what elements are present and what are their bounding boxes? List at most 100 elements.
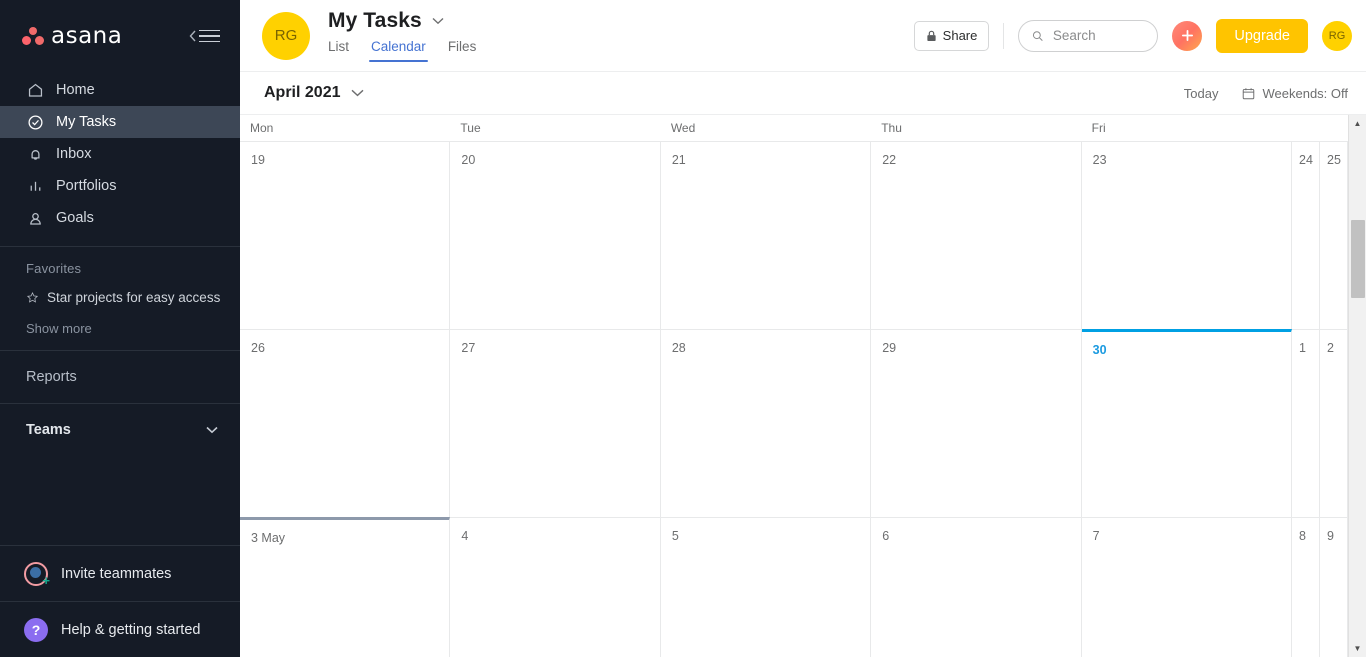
day-number: 9: [1327, 529, 1334, 543]
sidebar: asana Home My Tasks Inbox Portfolios Goa…: [0, 0, 240, 657]
today-button[interactable]: Today: [1184, 86, 1219, 101]
calendar-day-cell-weekend[interactable]: 24: [1292, 142, 1321, 329]
favorites-heading: Favorites: [26, 261, 82, 276]
day-number: 21: [671, 153, 686, 167]
chevron-down-icon: [352, 89, 364, 97]
day-header-sat-collapsed: [1292, 115, 1320, 141]
favorites-empty-label: Star projects for easy access: [47, 290, 221, 305]
calendar-day-cell-weekend[interactable]: 9: [1320, 518, 1348, 657]
sidebar-item-label: Home: [56, 82, 95, 98]
calendar-day-cell-weekend[interactable]: 8: [1292, 518, 1321, 657]
day-number: 25: [1327, 153, 1341, 167]
tab-files[interactable]: Files: [448, 39, 477, 62]
sidebar-item-portfolios[interactable]: Portfolios: [0, 170, 240, 202]
bar-chart-icon: [26, 177, 44, 195]
vertical-scrollbar[interactable]: ▲ ▼: [1348, 115, 1366, 657]
question-mark-icon: ?: [24, 617, 48, 642]
day-number: 20: [461, 153, 476, 167]
calendar-day-cell-weekend[interactable]: 1: [1292, 330, 1321, 517]
favorites-empty-row[interactable]: Star projects for easy access: [0, 284, 240, 311]
quick-add-button[interactable]: [1172, 20, 1203, 51]
sidebar-item-inbox[interactable]: Inbox: [0, 138, 240, 170]
chevron-left-icon: [189, 30, 196, 42]
calendar-day-cell[interactable]: 23: [1082, 142, 1293, 329]
day-number: 1: [1299, 341, 1306, 355]
asana-logo[interactable]: asana: [22, 23, 122, 49]
calendar-day-cell[interactable]: 6: [871, 518, 1082, 657]
chevron-down-icon: [206, 426, 218, 434]
calendar-day-cell-weekend[interactable]: 25: [1320, 142, 1348, 329]
day-number: 23: [1092, 153, 1107, 167]
calendar-grid: Mon Tue Wed Thu Fri 19 20 21 22 23 24 25…: [240, 115, 1348, 657]
calendar-day-cell[interactable]: 27: [450, 330, 661, 517]
weekends-toggle[interactable]: Weekends: Off: [1242, 86, 1348, 101]
scrollbar-thumb[interactable]: [1350, 220, 1365, 298]
search-icon: [1033, 30, 1044, 41]
calendar-day-cell[interactable]: 4: [450, 518, 661, 657]
sidebar-item-reports[interactable]: Reports: [0, 351, 240, 403]
calendar-day-cell[interactable]: 21: [661, 142, 872, 329]
day-number: 3 May: [251, 531, 286, 545]
calendar-day-cell-month-start[interactable]: 3 May: [240, 517, 451, 657]
day-number: 22: [882, 153, 897, 167]
scroll-down-arrow-icon[interactable]: ▼: [1349, 640, 1366, 657]
lock-icon: [927, 30, 936, 41]
calendar-day-cell[interactable]: 28: [661, 330, 872, 517]
calendar-day-cell-today[interactable]: 30: [1081, 329, 1293, 517]
chevron-down-icon[interactable]: [432, 17, 444, 25]
upgrade-button[interactable]: Upgrade: [1216, 18, 1308, 53]
share-label: Share: [942, 28, 978, 43]
day-number: 8: [1299, 529, 1306, 543]
collapse-sidebar-button[interactable]: [185, 26, 224, 47]
show-more-button[interactable]: Show more: [0, 311, 240, 350]
view-tabs: List Calendar Files: [328, 39, 476, 62]
invite-label: Invite teammates: [61, 565, 172, 582]
target-icon: [26, 209, 44, 227]
day-number: 30: [1092, 343, 1107, 357]
search-input[interactable]: [1052, 28, 1145, 43]
calendar-day-cell[interactable]: 7: [1082, 518, 1293, 657]
day-header-sun-collapsed: [1320, 115, 1348, 141]
calendar-day-cell[interactable]: 29: [871, 330, 1082, 517]
day-number: 6: [882, 529, 890, 543]
day-number: 28: [671, 341, 686, 355]
sidebar-item-goals[interactable]: Goals: [0, 202, 240, 234]
scroll-up-arrow-icon[interactable]: ▲: [1349, 115, 1366, 132]
help-getting-started-button[interactable]: ? Help & getting started: [0, 601, 240, 657]
calendar-day-cell[interactable]: 5: [661, 518, 872, 657]
weekends-label: Weekends: Off: [1262, 85, 1348, 101]
tab-calendar[interactable]: Calendar: [369, 39, 428, 62]
day-header-wed: Wed: [670, 121, 696, 135]
calendar-day-cell[interactable]: 20: [450, 142, 661, 329]
teams-label: Teams: [26, 422, 71, 438]
sidebar-item-home[interactable]: Home: [0, 74, 240, 106]
invite-teammates-button[interactable]: + Invite teammates: [0, 545, 240, 601]
calendar-week-row: 26 27 28 29 30 1 2: [240, 329, 1348, 518]
search-box[interactable]: [1018, 19, 1159, 52]
today-label: Today: [1183, 85, 1219, 101]
star-icon: [26, 292, 39, 303]
share-button[interactable]: Share: [913, 20, 990, 51]
day-number: 26: [251, 341, 265, 355]
month-selector[interactable]: April 2021: [264, 84, 364, 102]
calendar-toolbar-actions: Today Weekends: Off: [1184, 86, 1348, 101]
asana-dots-icon: [22, 27, 44, 45]
calendar-day-cell-weekend[interactable]: 2: [1320, 330, 1348, 517]
tab-list[interactable]: List: [328, 39, 349, 62]
day-header-fri: Fri: [1091, 121, 1106, 135]
invite-person-icon: +: [24, 561, 50, 588]
sidebar-item-teams[interactable]: Teams: [0, 404, 240, 456]
user-avatar[interactable]: RG: [1322, 20, 1352, 51]
month-label: April 2021: [264, 84, 341, 101]
calendar-day-cell[interactable]: 19: [240, 142, 451, 329]
plus-badge-icon: +: [42, 572, 50, 588]
calendar-day-cell[interactable]: 22: [871, 142, 1082, 329]
scrollbar-track[interactable]: [1349, 132, 1366, 640]
day-header-thu: Thu: [881, 121, 902, 135]
day-number: 4: [461, 529, 469, 543]
sidebar-header: asana: [0, 0, 240, 72]
calendar-weeks: 19 20 21 22 23 24 25 26 27 28 29 30 1 2 …: [240, 142, 1348, 657]
calendar-day-cell[interactable]: 26: [240, 330, 451, 517]
sidebar-item-my-tasks[interactable]: My Tasks: [0, 106, 240, 138]
